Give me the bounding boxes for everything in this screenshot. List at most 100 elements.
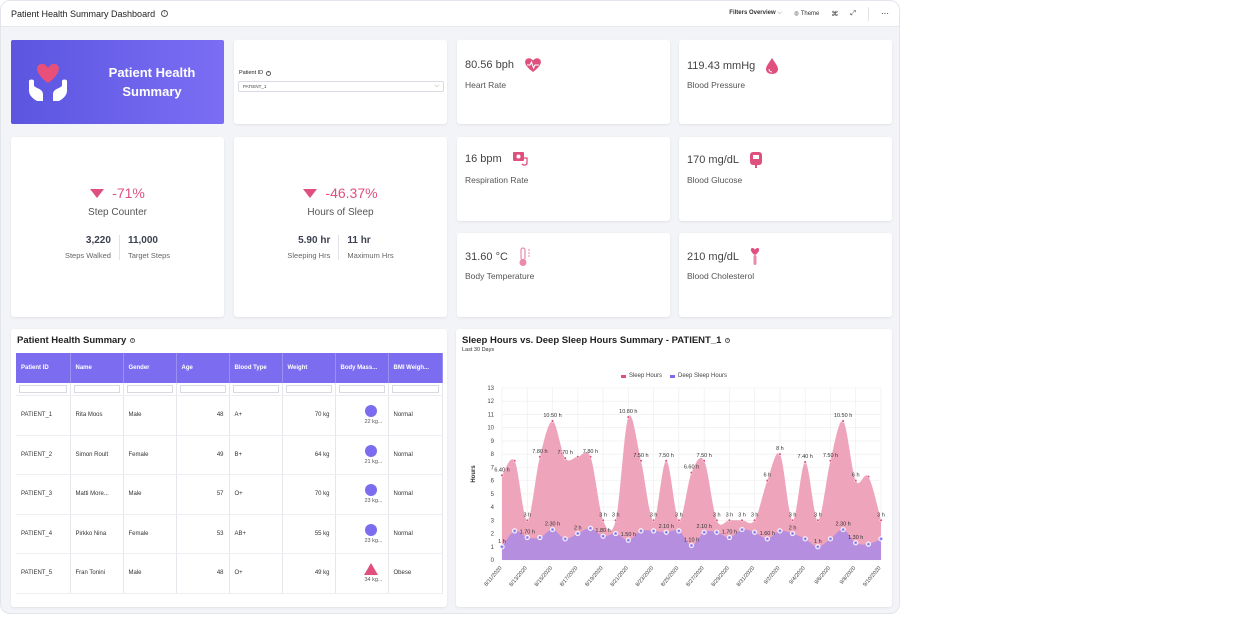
column-filter-input[interactable] [338,385,385,393]
data-point-sleep-hours[interactable] [816,518,820,522]
column-filter-input[interactable] [19,385,67,393]
cell-name: Matti More... [70,474,124,515]
data-label: 2.30 h [545,522,560,528]
y-tick-label: 10 [487,426,494,432]
data-label: 1.80 h [595,528,610,534]
data-label: 10.50 h [834,413,852,419]
data-point-sleep-hours[interactable] [689,471,694,475]
data-point-sleep-hours[interactable] [753,518,757,522]
info-icon[interactable]: i [130,338,136,343]
column-filter-input[interactable] [73,385,120,393]
data-point-sleep-hours[interactable] [626,415,630,419]
metric-value: 80.56 bph [465,59,514,71]
cell-bmi-class: Normal [388,514,443,554]
toolbar-divider [868,6,869,21]
data-point-sleep-hours[interactable] [828,459,833,463]
data-point-deep-sleep-hours-center [766,537,769,540]
table-row[interactable]: PATIENT_1 Rita Moos Male 48 A+ 70 kg 22 kg... N… [16,395,443,436]
more-icon[interactable]: ⋯ [881,9,889,18]
column-filter-input[interactable] [232,385,279,393]
data-point-sleep-hours[interactable] [879,518,883,522]
data-point-deep-sleep-hours-center [690,544,693,547]
data-label: 6 h [852,473,860,479]
column-filter-input[interactable] [391,385,439,393]
x-tick-label: 8/25/2020 [660,565,680,588]
bmi-normal-circle-icon [364,444,377,457]
data-point-sleep-hours[interactable] [601,518,605,522]
bmi-normal-circle-icon [364,405,377,418]
data-point-sleep-hours[interactable] [576,455,580,459]
filters-overview-button[interactable]: Filters Overview ⌵ [729,10,782,17]
data-point-sleep-hours[interactable] [500,473,504,477]
table-row[interactable]: PATIENT_3 Matti More... Male 57 O+ 70 kg 23 kg… [16,474,443,515]
data-point-deep-sleep-hours-center [538,536,541,539]
data-point-sleep-hours[interactable] [841,419,845,423]
data-point-sleep-hours[interactable] [550,419,555,423]
column-filter-input[interactable] [285,385,332,393]
data-point-sleep-hours[interactable] [778,452,782,456]
data-point-sleep-hours[interactable] [538,455,542,459]
info-icon[interactable]: i [266,70,272,76]
data-point-sleep-hours[interactable] [727,518,731,522]
dashboard-header: Patient Health Summary Dashboard i Filte… [1,1,899,27]
cell-id: PATIENT_3 [16,474,71,515]
data-point-sleep-hours[interactable] [513,459,517,463]
theme-label: Theme [800,11,820,17]
data-point-sleep-hours[interactable] [614,518,618,522]
patient-id-select[interactable]: PATIENT_1 ⌵ [238,81,444,92]
data-point-deep-sleep-hours-center [804,537,807,540]
patient-id-value: PATIENT_1 [243,84,267,89]
cell-blood: AB+ [229,514,283,554]
table-row[interactable]: PATIENT_2 Simon Roult Female 49 B+ 64 kg 21 kg… [16,435,443,475]
data-point-sleep-hours[interactable] [866,475,870,479]
y-tick-label: 1 [491,545,495,551]
data-label: 3 h [675,512,683,518]
kpi-left-value: 3,220 [85,235,111,246]
column-filter-input[interactable] [126,385,173,393]
metric-value: 210 mg/dL [687,251,739,263]
panel-title: Patient Health Summary [17,335,127,346]
binoculars-icon[interactable]: ⌘ [831,10,838,18]
column-header[interactable]: Gender [123,353,177,383]
data-point-sleep-hours[interactable] [652,518,656,522]
blood-drop-icon [766,58,779,74]
data-point-sleep-hours[interactable] [702,459,706,463]
data-point-sleep-hours[interactable] [677,518,681,522]
data-point-sleep-hours[interactable] [664,459,668,463]
info-icon[interactable]: i [161,10,169,17]
expand-icon[interactable]: ⤢ [850,10,856,18]
column-header[interactable]: Weight [282,353,336,383]
column-header[interactable]: Patient ID [16,353,71,383]
data-point-sleep-hours[interactable] [854,479,858,483]
data-point-sleep-hours[interactable] [588,455,592,459]
data-point-deep-sleep-hours-center [551,528,554,531]
table-row[interactable]: PATIENT_4 Pirkko Nina Female 53 AB+ 55 kg 23 k… [16,514,443,554]
column-header[interactable]: BMI Weigh... [388,353,443,383]
kpi-right-label: Maximum Hrs [347,251,394,260]
data-point-sleep-hours[interactable] [525,518,529,522]
hero-title: Patient Health Summary [108,65,196,99]
column-header[interactable]: Name [70,353,124,383]
data-point-sleep-hours[interactable] [791,518,795,522]
data-label: 7.50 h [696,453,711,459]
metric-value: 119.43 mmHg [687,60,756,72]
cell-bmi: 21 kg... [335,435,389,475]
table-row[interactable]: PATIENT_5 Fran Tonini Male 48 O+ 49 kg 34 kg..… [16,553,443,594]
data-point-deep-sleep-hours-center [816,545,819,548]
theme-button[interactable]: ◍ Theme [794,10,820,17]
data-point-sleep-hours[interactable] [639,459,643,463]
data-point-sleep-hours[interactable] [715,518,719,522]
data-point-deep-sleep-hours-center [778,529,781,532]
data-point-sleep-hours[interactable] [740,518,744,522]
data-point-sleep-hours[interactable] [563,456,567,460]
kpi-right-value: 11,000 [127,235,158,246]
column-header[interactable]: Body Mass... [335,353,389,383]
metric-card-heart-rate: 80.56 bph Heart Rate [457,40,670,124]
column-header[interactable]: Blood Type [229,353,283,383]
data-point-sleep-hours[interactable] [803,460,807,464]
data-point-sleep-hours[interactable] [765,479,769,483]
column-header[interactable]: Age [176,353,230,383]
column-filter-input[interactable] [179,385,226,393]
data-label: 7.80 h [532,449,547,455]
data-point-deep-sleep-hours-center [829,537,832,540]
